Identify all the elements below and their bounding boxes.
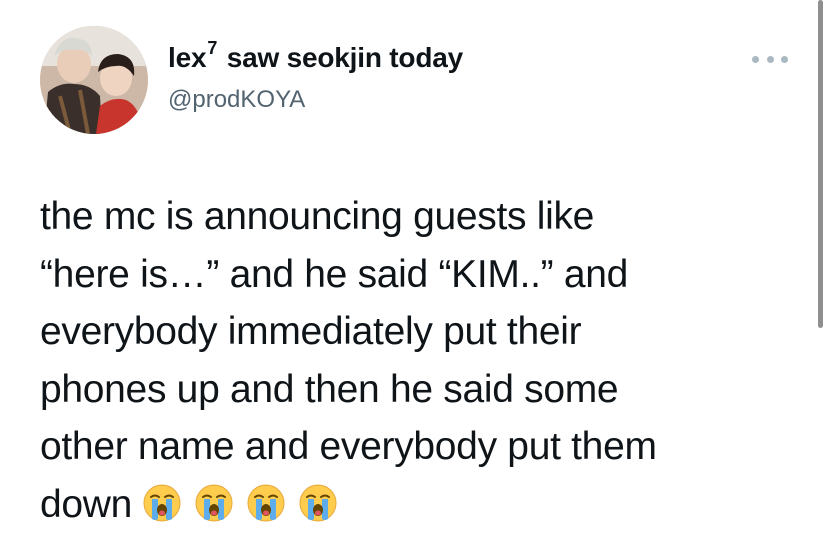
display-name[interactable]: lex7 saw seokjin today: [168, 39, 463, 73]
more-dot-icon: [781, 55, 788, 63]
tweet-text-line: everybody immediately put their: [40, 310, 582, 353]
loudly-crying-face-icon: [142, 482, 182, 522]
loudly-crying-face-icon: [246, 482, 286, 522]
loudly-crying-face-icon: [298, 482, 338, 522]
more-dot-icon: [766, 55, 774, 63]
display-name-superscript: 7: [207, 38, 218, 58]
avatar-photo: [40, 26, 148, 134]
tweet-text-line: the mc is announcing guests like: [40, 195, 595, 238]
tweet-text-line: “here is…” and he said “KIM..” and: [40, 252, 629, 296]
scrollbar[interactable]: [818, 0, 823, 328]
more-dot-icon: [752, 55, 759, 63]
tweet: lex7 saw seokjin today @prodKOYA the mc …: [0, 0, 828, 548]
avatar[interactable]: [40, 26, 148, 134]
tweet-text-line: other name and everybody put them: [40, 425, 657, 468]
tweet-text-last-line: down: [40, 476, 800, 534]
display-name-first: lex: [168, 42, 207, 73]
emoji-group: [142, 482, 350, 540]
tweet-text-line: phones up and then he said some: [40, 367, 619, 411]
user-handle[interactable]: @prodKOYA: [168, 88, 305, 112]
display-name-rest: saw seokjin today: [226, 42, 463, 73]
more-options-button[interactable]: [752, 48, 788, 70]
loudly-crying-face-icon: [194, 482, 234, 522]
tweet-text-line: down: [40, 482, 133, 526]
tweet-text: the mc is announcing guests like “here i…: [40, 188, 800, 533]
